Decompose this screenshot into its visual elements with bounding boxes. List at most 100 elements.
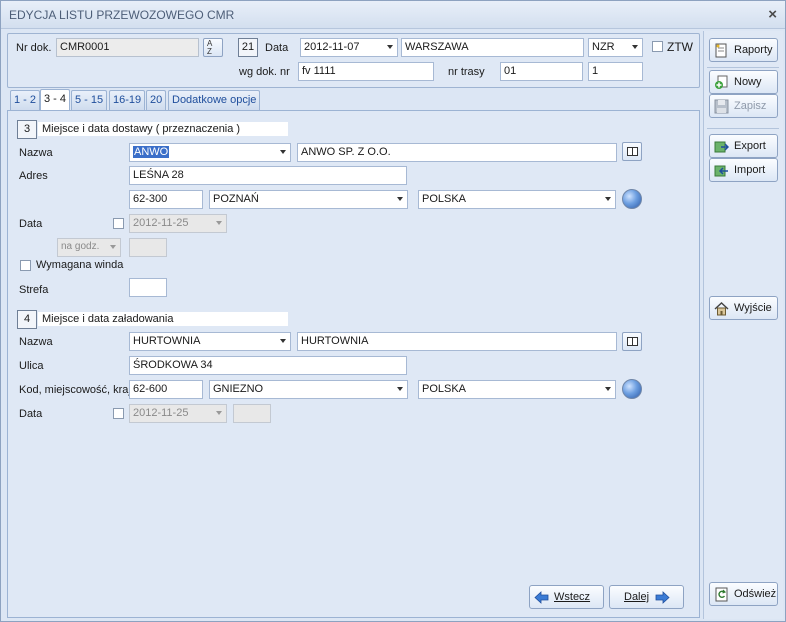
next-button[interactable]: Dalej <box>609 585 684 609</box>
trasy-seq-field[interactable]: 1 <box>588 62 643 81</box>
sidebar-separator <box>707 67 779 68</box>
loading-nazwa-select[interactable]: HURTOWNIA <box>129 332 291 351</box>
loading-section-number: 4 <box>17 310 37 329</box>
header-number-box: 21 <box>238 38 258 57</box>
wymagana-winda-checkbox[interactable] <box>20 260 31 271</box>
chevron-down-icon <box>280 339 286 343</box>
sort-numbering-button[interactable]: AZ <box>203 38 223 57</box>
tab-3-4[interactable]: 3 - 4 <box>40 89 71 111</box>
odswiez-button[interactable]: Odśwież <box>709 582 778 606</box>
city-field[interactable]: WARSZAWA <box>401 38 584 57</box>
strefa-field[interactable] <box>129 278 167 297</box>
chevron-down-icon <box>110 245 116 249</box>
delivery-date-value: 2012-11-25 <box>133 217 189 229</box>
sidebar <box>703 31 783 619</box>
delivery-postal-field[interactable]: 62-300 <box>129 190 203 209</box>
delivery-time-mode-value: na godz. <box>61 241 100 252</box>
loading-kod-label: Kod, miejscowość, kraj <box>19 384 131 396</box>
chevron-down-icon <box>632 45 638 49</box>
nr-dok-field[interactable]: CMR0001 <box>56 38 199 57</box>
delivery-country-select[interactable]: POLSKA <box>418 190 616 209</box>
export-icon <box>714 139 730 154</box>
strefa-label: Strefa <box>19 284 49 296</box>
delivery-address-book-button[interactable] <box>622 142 642 161</box>
nr-trasy-label: nr trasy <box>448 66 485 78</box>
ztw-checkbox[interactable] <box>652 41 663 52</box>
wymagana-winda-label: Wymagana winda <box>36 259 124 271</box>
delivery-time-field[interactable] <box>129 238 167 257</box>
sort-az-icon: AZ <box>207 39 213 56</box>
data-label: Data <box>265 42 289 54</box>
delivery-adres-label: Adres <box>19 170 48 182</box>
delivery-section-number: 3 <box>17 120 37 139</box>
delivery-nazwa-full[interactable]: ANWO SP. Z O.O. <box>297 143 617 162</box>
globe-icon[interactable] <box>622 189 642 209</box>
wyjscie-button[interactable]: Wyjście <box>709 296 778 320</box>
close-icon[interactable]: × <box>768 6 777 23</box>
delivery-data-label: Data <box>19 218 43 230</box>
loading-date-picker[interactable]: 2012-11-25 <box>129 404 227 423</box>
loading-nazwa-full[interactable]: HURTOWNIA <box>297 332 617 351</box>
cmr-edit-window: EDYCJA LISTU PRZEWOZOWEGO CMR × Nr dok. … <box>0 0 786 622</box>
loading-ulica-label: Ulica <box>19 360 44 372</box>
delivery-date-picker[interactable]: 2012-11-25 <box>129 214 227 233</box>
nr-dok-label: Nr dok. <box>16 42 52 54</box>
wg-dok-field[interactable]: fv 1111 <box>298 62 434 81</box>
loading-time-field[interactable] <box>233 404 271 423</box>
tab-1-2[interactable]: 1 - 2 <box>10 90 41 110</box>
loading-country-select[interactable]: POLSKA <box>418 380 616 399</box>
loading-city-select[interactable]: GNIEZNO <box>209 380 408 399</box>
raporty-button[interactable]: Raporty <box>709 38 778 62</box>
delivery-city-select[interactable]: POZNAŃ <box>209 190 408 209</box>
loading-ulica-field[interactable]: ŚRODKOWA 34 <box>129 356 407 375</box>
chevron-down-icon <box>216 411 222 415</box>
next-label: Dalej <box>624 591 650 603</box>
back-button[interactable]: Wstecz <box>529 585 604 609</box>
wg-dok-label: wg dok. nr <box>239 66 290 78</box>
odswiez-label: Odśwież <box>734 588 777 600</box>
tab-5-15[interactable]: 5 - 15 <box>71 90 108 110</box>
zapisz-button[interactable]: Zapisz <box>709 94 778 118</box>
nr-trasy-field[interactable]: 01 <box>500 62 583 81</box>
nzr-select[interactable]: NZR <box>588 38 643 57</box>
raporty-label: Raporty <box>734 44 773 56</box>
delivery-date-checkbox[interactable] <box>113 218 124 229</box>
globe-icon[interactable] <box>622 379 642 399</box>
loading-date-value: 2012-11-25 <box>133 407 189 419</box>
save-icon <box>714 99 729 114</box>
delivery-adres-field[interactable]: LEŚNA 28 <box>129 166 407 185</box>
import-button[interactable]: Import <box>709 158 778 182</box>
tab-20[interactable]: 20 <box>146 90 167 110</box>
zapisz-label: Zapisz <box>734 100 767 112</box>
tab-16-19[interactable]: 16-19 <box>109 90 146 110</box>
ztw-label: ZTW <box>667 40 693 54</box>
date-picker[interactable]: 2012-11-07 <box>300 38 398 57</box>
loading-address-book-button[interactable] <box>622 332 642 351</box>
delivery-country-value: POLSKA <box>422 193 467 205</box>
delivery-nazwa-select[interactable]: ANWO <box>129 143 291 162</box>
wyjscie-label: Wyjście <box>734 302 772 314</box>
nzr-value: NZR <box>592 41 615 53</box>
back-label: Wstecz <box>554 591 591 603</box>
home-icon <box>714 301 729 316</box>
delivery-nazwa-label: Nazwa <box>19 147 53 159</box>
delivery-city-value: POZNAŃ <box>213 193 259 205</box>
delivery-time-mode-select[interactable]: na godz. <box>57 238 121 257</box>
loading-nazwa-label: Nazwa <box>19 336 53 348</box>
chevron-down-icon <box>605 387 611 391</box>
export-button[interactable]: Export <box>709 134 778 158</box>
nowy-button[interactable]: Nowy <box>709 70 778 94</box>
book-spine <box>632 147 633 156</box>
window-title: EDYCJA LISTU PRZEWOZOWEGO CMR <box>9 8 235 22</box>
book-spine <box>632 337 633 346</box>
refresh-icon <box>714 587 729 602</box>
chevron-down-icon <box>280 150 286 154</box>
loading-postal-field[interactable]: 62-600 <box>129 380 203 399</box>
import-label: Import <box>734 164 766 176</box>
loading-date-checkbox[interactable] <box>113 408 124 419</box>
tab-dodatkowe-opcje[interactable]: Dodatkowe opcje <box>168 90 261 110</box>
chevron-down-icon <box>397 387 403 391</box>
delivery-section-title: Miejsce i data dostawy ( przeznaczenia ) <box>38 122 288 136</box>
chevron-down-icon <box>387 45 393 49</box>
arrow-left-icon <box>534 590 549 605</box>
